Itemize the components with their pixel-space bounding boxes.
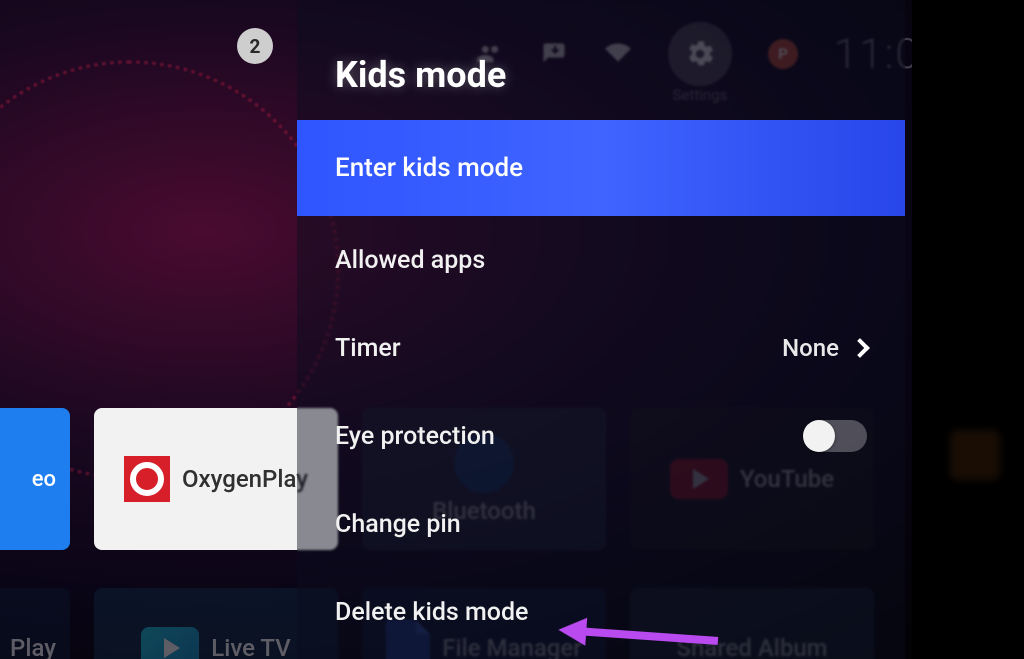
chevron-right-icon (850, 338, 870, 358)
menu-item-label: Allowed apps (335, 246, 485, 275)
page-title: Kids mode (297, 0, 905, 120)
app-tile-label: Live TV (211, 634, 290, 659)
menu-item-eye-protection[interactable]: Eye protection (297, 392, 905, 480)
menu-item-label: Change pin (335, 510, 461, 539)
menu-item-value: None (782, 334, 839, 362)
photo-edge (912, 0, 1024, 659)
menu-item-change-pin[interactable]: Change pin (297, 480, 905, 568)
eye-protection-toggle[interactable] (805, 420, 867, 452)
kids-mode-menu: Enter kids mode Allowed apps Timer None … (297, 120, 905, 656)
kids-mode-panel: Kids mode Enter kids mode Allowed apps T… (297, 0, 905, 659)
menu-item-label: Eye protection (335, 422, 495, 451)
menu-item-timer[interactable]: Timer None (297, 304, 905, 392)
app-tile-video-partial[interactable]: eo (0, 408, 70, 550)
menu-item-label: Delete kids mode (335, 598, 528, 627)
menu-item-enter-kids-mode[interactable]: Enter kids mode (297, 120, 905, 216)
menu-item-label: Enter kids mode (335, 153, 523, 183)
app-tile-play-partial[interactable]: Play (0, 588, 70, 659)
app-tile-label: OxygenPlay (182, 465, 308, 493)
menu-item-label: Timer (335, 334, 401, 363)
oxygenplay-icon (124, 456, 170, 502)
menu-item-allowed-apps[interactable]: Allowed apps (297, 216, 905, 304)
menu-item-delete-kids-mode[interactable]: Delete kids mode (297, 568, 905, 656)
livetv-icon (141, 627, 199, 659)
